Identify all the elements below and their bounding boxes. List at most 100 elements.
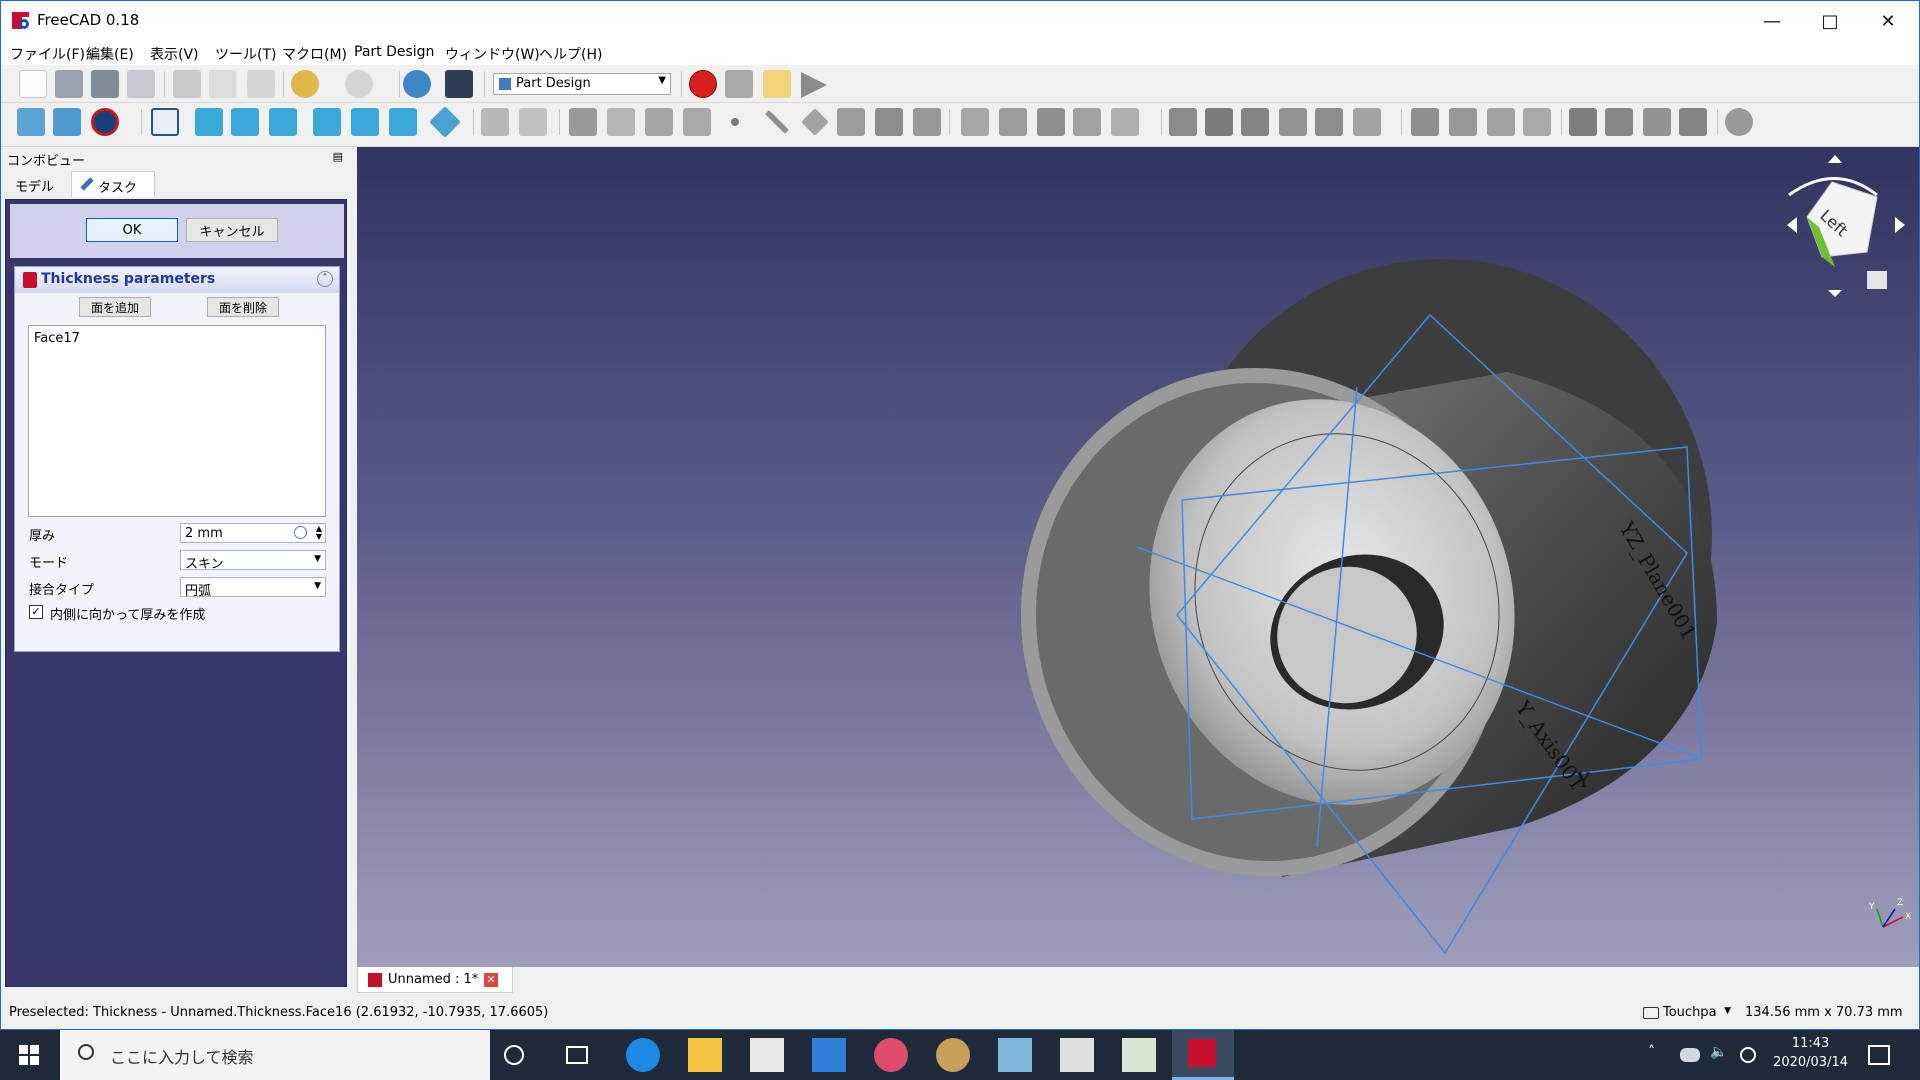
menu-part-design[interactable]: Part Design: [354, 44, 434, 60]
hole-icon[interactable]: [1205, 108, 1233, 136]
wheel-body[interactable]: [964, 259, 1717, 930]
network-icon[interactable]: [1740, 1047, 1756, 1063]
navigation-cube[interactable]: Left: [1787, 155, 1905, 297]
thickness-icon[interactable]: [1679, 108, 1707, 136]
snip-icon[interactable]: [874, 1038, 908, 1072]
arrow-right-icon[interactable]: [1895, 217, 1905, 233]
rear-view-icon[interactable]: [313, 108, 341, 136]
undock-icon[interactable]: ▤: [333, 150, 343, 163]
fillet-icon[interactable]: [1569, 108, 1597, 136]
bottom-view-icon[interactable]: [351, 108, 379, 136]
multi-transform-icon[interactable]: [1523, 108, 1551, 136]
chevron-up-icon[interactable]: ˄: [1648, 1044, 1655, 1060]
3d-viewport[interactable]: YZ_Plane001 Y_Axis001 Y Left X Y Z: [357, 147, 1919, 967]
spin-arrows-icon[interactable]: ▲ ▼: [316, 525, 322, 541]
chamfer-icon[interactable]: [1605, 108, 1633, 136]
arrow-down-icon[interactable]: [1828, 290, 1842, 297]
cortana-icon[interactable]: [504, 1045, 524, 1065]
menu-view[interactable]: 表示(V): [150, 44, 199, 64]
file-explorer-icon[interactable]: [688, 1038, 722, 1072]
run-macro-icon[interactable]: [801, 72, 827, 98]
additive-primitive-icon[interactable]: [1111, 108, 1139, 136]
clock[interactable]: 11:43 2020/03/14: [1773, 1036, 1848, 1070]
pd-body-icon[interactable]: [569, 108, 597, 136]
clone-icon[interactable]: [875, 108, 903, 136]
save-as-icon[interactable]: [127, 70, 155, 98]
mirrored-icon[interactable]: [1411, 108, 1439, 136]
arrow-left-icon[interactable]: [1787, 217, 1797, 233]
validate-sketch-icon[interactable]: [645, 108, 673, 136]
inward-checkbox[interactable]: ✓: [29, 605, 43, 619]
close-tab-icon[interactable]: ✕: [484, 973, 498, 987]
menu-help[interactable]: ヘルプ(H): [539, 44, 602, 64]
list-item[interactable]: Face17: [34, 331, 320, 346]
local-cs-icon[interactable]: [837, 108, 865, 136]
paint-icon[interactable]: [936, 1038, 970, 1072]
add-face-button[interactable]: 面を追加: [79, 297, 151, 317]
draft-icon[interactable]: [1643, 108, 1671, 136]
isometric-view-icon[interactable]: [151, 108, 179, 136]
undo-icon[interactable]: [291, 70, 319, 98]
additive-loft-icon[interactable]: [1037, 108, 1065, 136]
mode-select[interactable]: スキン ▼: [180, 550, 326, 572]
action-center-icon[interactable]: [1868, 1045, 1890, 1065]
edge-icon[interactable]: [626, 1038, 660, 1072]
menu-macro[interactable]: マクロ(M): [282, 44, 347, 64]
stop-macro-icon[interactable]: [725, 70, 753, 98]
menu-edit[interactable]: 編集(E): [86, 44, 134, 64]
datum-line-icon[interactable]: [765, 110, 789, 134]
redo-icon[interactable]: [345, 70, 373, 98]
subshape-binder-icon[interactable]: [913, 108, 941, 136]
whats-this-icon[interactable]: [445, 70, 473, 98]
face-list[interactable]: Face17: [28, 325, 326, 517]
navigation-style-button[interactable]: Touchpa ▼: [1641, 1002, 1731, 1024]
onedrive-icon[interactable]: [1680, 1048, 1700, 1062]
mail-icon[interactable]: [812, 1038, 846, 1072]
new-document-icon[interactable]: [19, 70, 47, 98]
fit-all-icon[interactable]: [17, 108, 45, 136]
polar-pattern-icon[interactable]: [1487, 108, 1515, 136]
start-button[interactable]: [0, 1030, 58, 1080]
boolean-icon[interactable]: [1725, 108, 1753, 136]
datum-plane-icon[interactable]: [801, 108, 829, 136]
arrow-up-icon[interactable]: [1828, 155, 1842, 163]
calculator-icon[interactable]: [1060, 1038, 1094, 1072]
collapse-icon[interactable]: ˄: [317, 271, 333, 287]
task-view-icon[interactable]: [566, 1046, 588, 1064]
store-icon[interactable]: [750, 1038, 784, 1072]
right-view-icon[interactable]: [269, 108, 297, 136]
save-icon[interactable]: [91, 70, 119, 98]
top-view-icon[interactable]: [231, 108, 259, 136]
subtractive-loft-icon[interactable]: [1279, 108, 1307, 136]
document-tab[interactable]: Unnamed : 1* ✕: [357, 967, 513, 993]
workbench-selector[interactable]: Part Design ▼: [493, 73, 671, 95]
body-icon[interactable]: [481, 108, 509, 136]
expression-icon[interactable]: [294, 526, 307, 539]
whiteboard-icon[interactable]: [998, 1038, 1032, 1072]
subtractive-primitive-icon[interactable]: [1353, 108, 1381, 136]
edit-macro-icon[interactable]: [763, 70, 791, 98]
menu-file[interactable]: ファイル(F): [10, 44, 85, 64]
additive-pipe-icon[interactable]: [1073, 108, 1101, 136]
maximize-button[interactable]: □: [1801, 1, 1859, 41]
remove-face-button[interactable]: 面を削除: [207, 297, 279, 317]
linear-pattern-icon[interactable]: [1449, 108, 1477, 136]
refresh-icon[interactable]: [403, 70, 431, 98]
open-icon[interactable]: [55, 70, 83, 98]
ok-button[interactable]: OK: [86, 218, 178, 242]
copy-icon[interactable]: [209, 70, 237, 98]
pocket-icon[interactable]: [1169, 108, 1197, 136]
minimize-button[interactable]: —: [1743, 1, 1801, 41]
view-menu-icon[interactable]: [1867, 271, 1887, 289]
datum-point-icon[interactable]: [731, 118, 739, 126]
menu-tools[interactable]: ツール(T): [215, 44, 276, 64]
front-view-icon[interactable]: [195, 108, 223, 136]
sketch-icon[interactable]: [607, 108, 635, 136]
search-box[interactable]: ここに入力して検索: [60, 1030, 490, 1080]
cancel-button[interactable]: キャンセル: [186, 218, 278, 242]
chart-app-icon[interactable]: [1122, 1038, 1156, 1072]
part-folder-icon[interactable]: [519, 108, 547, 136]
draw-style-icon[interactable]: [91, 108, 119, 136]
thickness-input[interactable]: 2 mm ▲ ▼: [180, 523, 326, 543]
join-type-select[interactable]: 円弧 ▼: [180, 577, 326, 599]
